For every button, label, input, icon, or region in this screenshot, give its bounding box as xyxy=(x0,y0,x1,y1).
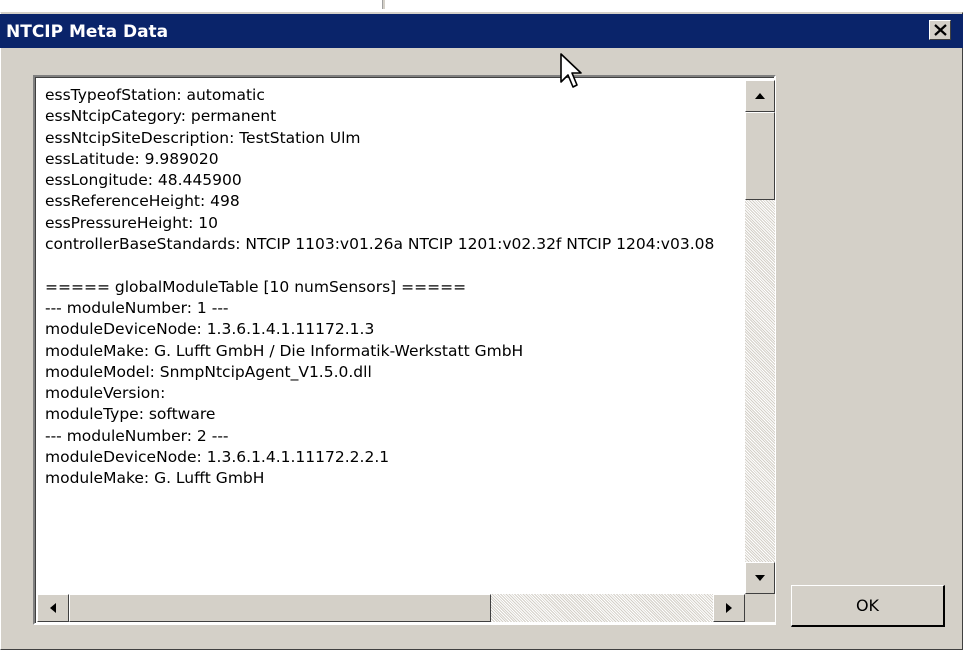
text-line: essTypeofStation: automatic xyxy=(45,86,265,104)
text-line: ===== globalModuleTable [10 numSensors] … xyxy=(45,277,467,296)
vertical-scroll-thumb[interactable] xyxy=(745,112,775,200)
background-element xyxy=(382,0,385,9)
text-line: --- moduleNumber: 2 --- xyxy=(45,426,229,445)
text-line: moduleDeviceNode: 1.3.6.1.4.1.11172.2.2.… xyxy=(45,448,390,467)
text-line: --- moduleNumber: 1 --- xyxy=(45,298,229,317)
text-line: controllerBaseStandards: NTCIP 1103:v01.… xyxy=(45,235,715,254)
text-line: essLongitude: 48.445900 xyxy=(45,171,242,190)
text-line: moduleDeviceNode: 1.3.6.1.4.1.11172.1.3 xyxy=(45,320,375,339)
horizontal-scroll-thumb[interactable] xyxy=(69,594,491,622)
text-line: moduleModel: SnmpNtcipAgent_V1.5.0.dll xyxy=(45,362,372,381)
scroll-left-button[interactable] xyxy=(37,594,69,622)
scrollbar-corner xyxy=(745,594,775,622)
meta-data-text[interactable]: essTypeofStation: automatic essNtcipCateg… xyxy=(45,85,743,585)
meta-data-textbox[interactable]: essTypeofStation: automatic essNtcipCateg… xyxy=(33,75,776,625)
text-line: moduleMake: G. Lufft GmbH xyxy=(45,469,265,488)
arrow-up-icon xyxy=(755,93,765,99)
text-line xyxy=(45,255,743,276)
arrow-left-icon xyxy=(50,603,56,613)
scroll-down-button[interactable] xyxy=(745,562,775,594)
close-button[interactable] xyxy=(929,20,951,40)
text-line: essNtcipCategory: permanent xyxy=(45,107,277,126)
arrow-down-icon xyxy=(755,575,765,581)
dialog-title: NTCIP Meta Data xyxy=(6,22,169,42)
text-line: essNtcipSiteDescription: TestStation Ulm xyxy=(45,128,361,147)
ok-button[interactable]: OK xyxy=(791,585,945,627)
scroll-up-button[interactable] xyxy=(745,80,775,112)
text-line: essLatitude: 9.989020 xyxy=(45,149,219,168)
text-line: moduleVersion: xyxy=(45,384,166,403)
text-line: moduleMake: G. Lufft GmbH / Die Informat… xyxy=(45,341,524,360)
mouse-pointer-icon xyxy=(559,52,585,96)
background-strip xyxy=(0,0,963,10)
text-line: moduleType: software xyxy=(45,405,216,424)
text-line: essReferenceHeight: 498 xyxy=(45,192,240,211)
close-icon xyxy=(934,24,947,36)
text-line: essPressureHeight: 10 xyxy=(45,213,218,232)
scroll-right-button[interactable] xyxy=(713,594,745,622)
arrow-right-icon xyxy=(726,603,732,613)
